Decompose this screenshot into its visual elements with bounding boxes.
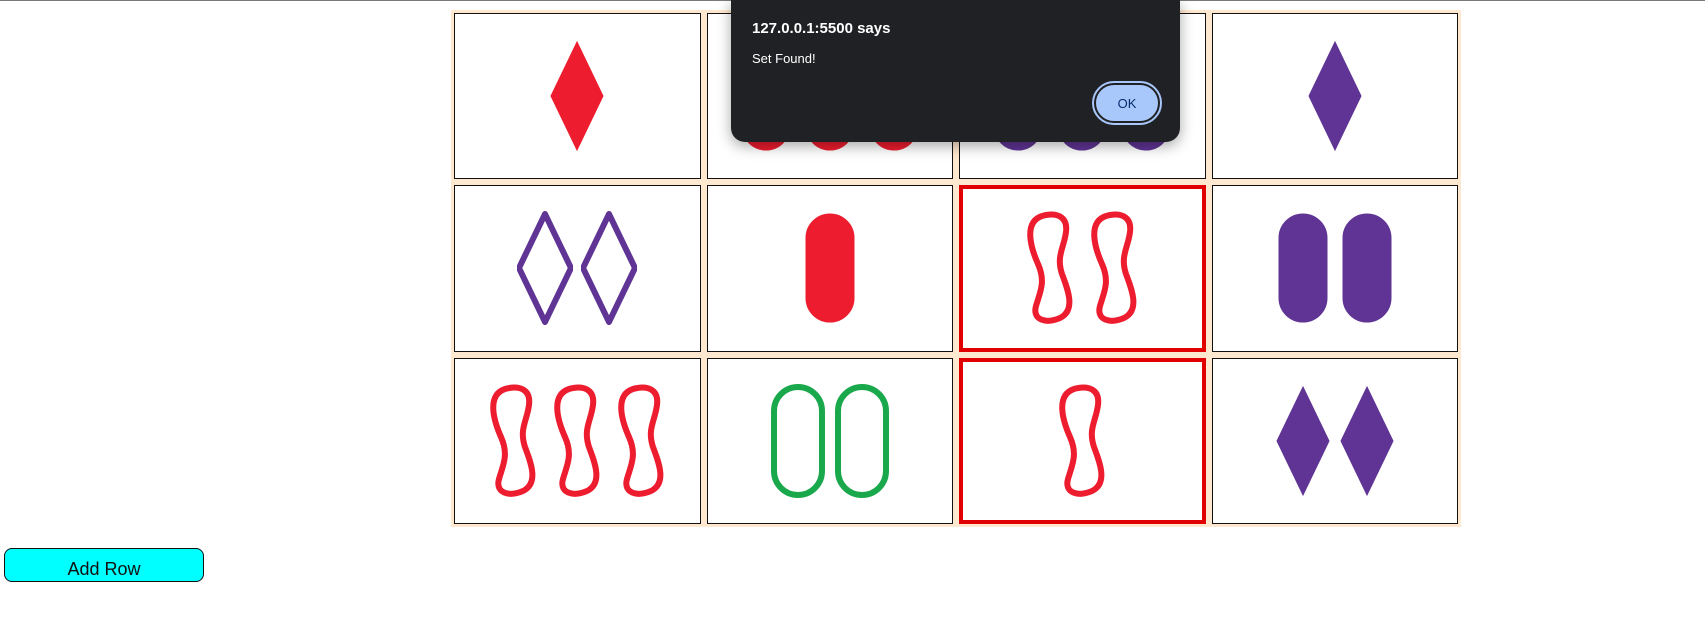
squiggle-icon: [1091, 212, 1137, 325]
card-10[interactable]: [706, 357, 953, 524]
oval-icon: [805, 213, 855, 323]
dialog-title: 127.0.0.1:5500 says: [752, 20, 891, 37]
dialog-message: Set Found!: [752, 51, 816, 66]
card-5[interactable]: [454, 185, 701, 352]
add-row-button[interactable]: Add Row: [4, 548, 204, 582]
card-9[interactable]: [454, 357, 701, 524]
card-7[interactable]: [959, 185, 1206, 352]
oval-icon: [834, 383, 889, 498]
card-11[interactable]: [959, 357, 1206, 524]
oval-icon: [770, 383, 825, 498]
squiggle-icon: [1059, 384, 1105, 497]
squiggle-icon: [618, 384, 664, 497]
squiggle-icon: [490, 384, 536, 497]
diamond-icon: [1308, 41, 1362, 152]
squiggle-icon: [1027, 212, 1073, 325]
card-6[interactable]: [706, 185, 953, 352]
squiggle-icon: [554, 384, 600, 497]
card-1[interactable]: [454, 13, 701, 180]
oval-icon: [1342, 213, 1392, 323]
diamond-icon: [581, 211, 638, 326]
card-4[interactable]: [1211, 13, 1458, 180]
card-8[interactable]: [1211, 185, 1458, 352]
diamond-icon: [517, 211, 574, 326]
diamond-icon: [1276, 385, 1330, 496]
oval-icon: [1278, 213, 1328, 323]
diamond-icon: [550, 41, 604, 152]
diamond-icon: [1340, 385, 1394, 496]
alert-dialog: 127.0.0.1:5500 says Set Found! OK: [731, 0, 1180, 142]
card-12[interactable]: [1211, 357, 1458, 524]
dialog-ok-button[interactable]: OK: [1092, 81, 1162, 125]
